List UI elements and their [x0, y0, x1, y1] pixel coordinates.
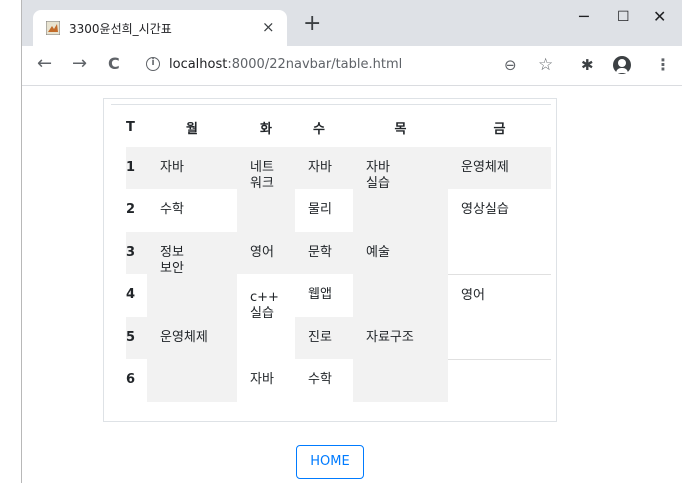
toolbar: ← → C i localhost:8000/22navbar/table.ht…	[22, 46, 682, 86]
cell-fri	[448, 358, 551, 402]
cell-thu: 예술	[353, 232, 448, 317]
table-header-row: T 월 화 수 목 금	[126, 107, 551, 147]
header-fri: 금	[493, 121, 506, 137]
header-thu: 목	[394, 121, 407, 137]
maximize-button[interactable]: ☐	[617, 8, 630, 26]
cell-thu: 자료구조	[353, 317, 448, 402]
address-bar[interactable]: localhost:8000/22navbar/table.html	[169, 57, 402, 72]
cell-fri: 영상실습	[461, 202, 509, 217]
cell-mon: 자바	[147, 147, 237, 189]
cell-mon: 정보 보안	[147, 232, 237, 317]
browser-menu-icon[interactable]: ⋮	[655, 55, 671, 75]
period-cell: 6	[126, 372, 136, 387]
url-host: localhost	[169, 57, 228, 72]
header-mon: 월	[186, 121, 198, 137]
timetable-container: T 월 화 수 목 금 1 자바 네트 워크 자바 자바 실습 운영체제 2 수…	[103, 98, 557, 422]
url-path: :8000/22navbar/table.html	[227, 57, 403, 72]
favicon-icon	[46, 21, 60, 35]
header-period: T	[126, 119, 135, 135]
table-row: 2 수학 물리 영상실습	[126, 189, 551, 232]
cell-wed: 물리	[308, 202, 332, 217]
cell-fri: 영어	[448, 273, 551, 359]
close-window-button[interactable]: ✕	[653, 8, 666, 26]
period-cell: 5	[126, 317, 147, 359]
tab-close-icon[interactable]: ×	[262, 18, 275, 36]
table-row: 1 자바 네트 워크 자바 자바 실습 운영체제	[126, 147, 551, 232]
extensions-icon[interactable]: ✱	[581, 56, 594, 74]
browser-tab[interactable]: 3300윤선희_시간표 ×	[33, 10, 287, 46]
back-button[interactable]: ←	[37, 54, 52, 74]
cell-thu: 자바 실습	[353, 147, 448, 232]
cell-tue: 자바	[250, 372, 274, 387]
cell-wed: 자바	[295, 147, 353, 189]
header-wed: 수	[313, 121, 325, 137]
home-button[interactable]: HOME	[296, 445, 364, 479]
cell-tue: 영어	[237, 232, 295, 274]
cell-wed: 문학	[295, 232, 353, 274]
tab-strip: 3300윤선희_시간표 × + ─ ☐ ✕	[22, 0, 682, 46]
period-cell: 1	[126, 147, 147, 189]
bookmark-star-icon[interactable]: ☆	[538, 56, 553, 74]
minimize-button[interactable]: ─	[579, 8, 589, 26]
period-cell: 2	[126, 202, 136, 217]
period-cell: 3	[126, 232, 147, 274]
cell-fri: 운영체제	[448, 147, 551, 189]
cell-wed: 웹앱	[308, 287, 332, 302]
site-info-icon[interactable]: i	[146, 57, 160, 71]
new-tab-button[interactable]: +	[303, 13, 321, 35]
header-tue: 화	[260, 121, 272, 137]
cell-wed: 수학	[308, 372, 332, 387]
profile-avatar-icon[interactable]	[613, 56, 631, 74]
cell-mon: 수학	[160, 202, 184, 217]
cell-tue: c++ 실습	[250, 290, 279, 321]
reload-button[interactable]: C	[108, 54, 120, 74]
divider	[111, 104, 551, 105]
forward-button[interactable]: →	[72, 54, 87, 74]
timetable: T 월 화 수 목 금 1 자바 네트 워크 자바 자바 실습 운영체제 2 수…	[126, 107, 551, 402]
cell-tue: 네트 워크	[237, 147, 295, 232]
zoom-icon[interactable]: ⊖	[504, 56, 517, 74]
period-cell: 4	[126, 287, 136, 302]
cell-mon: 운영체제	[147, 317, 237, 402]
tab-title: 3300윤선희_시간표	[69, 22, 172, 36]
cell-wed: 진로	[295, 317, 353, 359]
